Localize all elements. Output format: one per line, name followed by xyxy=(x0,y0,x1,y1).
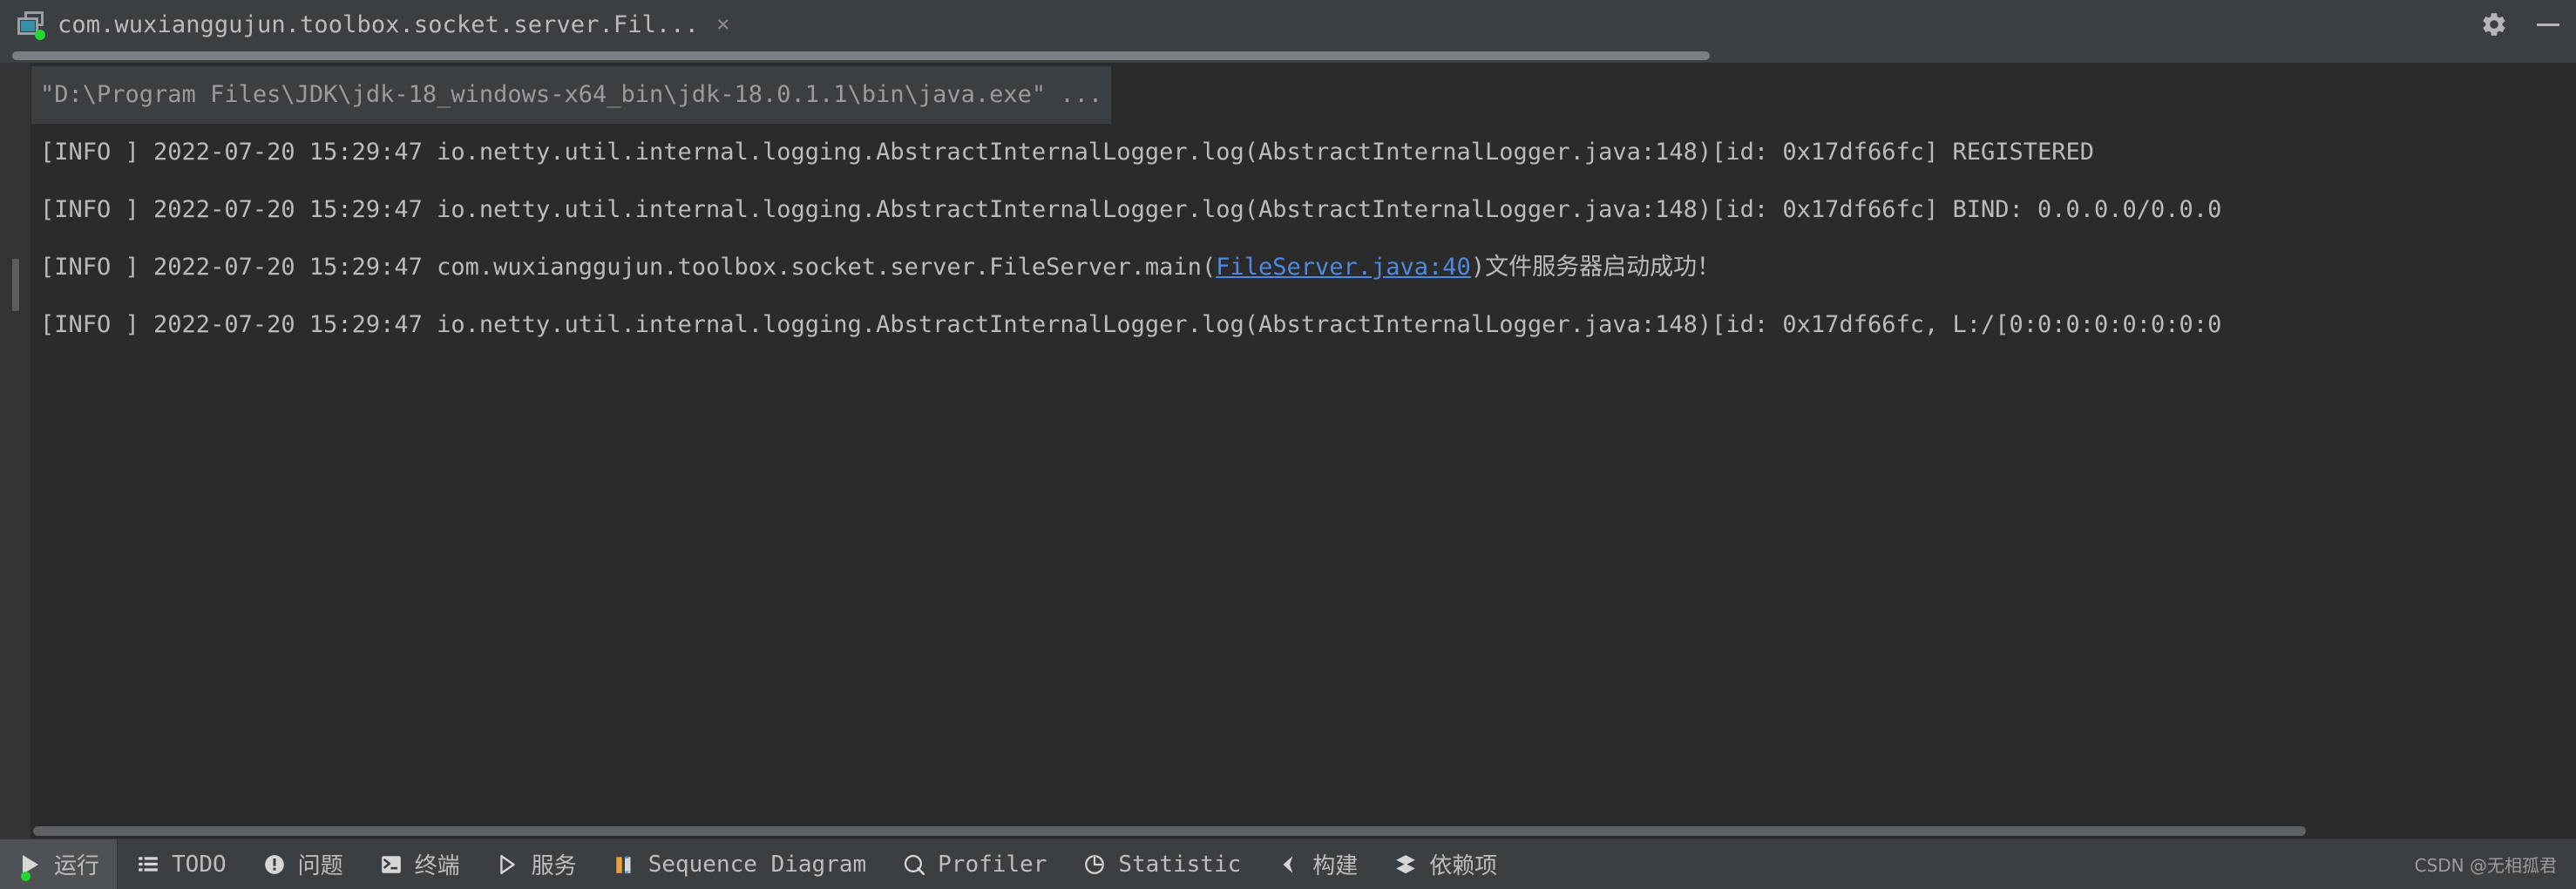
sidebar-item-label: Sequence Diagram xyxy=(647,851,867,878)
log-line-prefix: [INFO ] 2022-07-20 15:29:47 com.wuxiangg… xyxy=(40,254,1217,281)
tab-title: com.wuxianggujun.toolbox.socket.server.F… xyxy=(58,10,699,38)
sidebar-item-label: Profiler xyxy=(938,851,1047,878)
console-text[interactable]: "D:\Program Files\JDK\jdk-18_windows-x64… xyxy=(31,63,2576,838)
profiler-icon xyxy=(901,852,927,878)
log-line-suffix: )文件服务器启动成功！ xyxy=(1470,254,1721,281)
sidebar-item-dependencies[interactable]: 依赖项 xyxy=(1375,839,1515,889)
run-console-icon xyxy=(16,10,45,40)
log-line: [INFO ] 2022-07-20 15:29:47 io.netty.uti… xyxy=(40,311,2222,338)
sidebar-item-todo[interactable]: TODO xyxy=(118,839,244,889)
stacktrace-link[interactable]: FileServer.java:40 xyxy=(1216,254,1471,281)
sidebar-item-terminal[interactable]: 终端 xyxy=(361,839,478,889)
command-line[interactable]: "D:\Program Files\JDK\jdk-18_windows-x64… xyxy=(31,66,1112,124)
tab-run-fileserver[interactable]: com.wuxianggujun.toolbox.socket.server.F… xyxy=(0,0,748,49)
console-gutter xyxy=(0,63,31,838)
console-horizontal-scrollbar[interactable] xyxy=(31,823,2576,838)
sidebar-item-sequence-diagram[interactable]: Sequence Diagram xyxy=(594,839,884,889)
build-icon xyxy=(1276,852,1302,878)
scrollbar-thumb[interactable] xyxy=(12,51,1710,60)
terminal-icon xyxy=(378,852,404,878)
sidebar-item-label: 构建 xyxy=(1312,853,1359,879)
console-scrollbar-thumb[interactable] xyxy=(33,826,2306,836)
sidebar-item-problems[interactable]: 问题 xyxy=(244,839,361,889)
sidebar-item-label: 运行 xyxy=(54,853,100,879)
problems-icon xyxy=(261,852,288,878)
console-output-area: "D:\Program Files\JDK\jdk-18_windows-x64… xyxy=(0,63,2576,838)
sidebar-item-services[interactable]: 服务 xyxy=(478,839,594,889)
bottom-tool-window-bar: 运行 TODO 问题 终端 服务 Sequence Diagram Profil… xyxy=(0,838,2576,889)
run-icon xyxy=(17,852,44,881)
log-line-with-link: [INFO ] 2022-07-20 15:29:47 com.wuxiangg… xyxy=(31,239,2576,296)
sequence-diagram-icon xyxy=(612,852,638,878)
statistic-icon xyxy=(1081,852,1108,878)
dependencies-icon xyxy=(1393,852,1419,878)
tool-window-scrollbar[interactable] xyxy=(0,49,2576,63)
sidebar-item-build[interactable]: 构建 xyxy=(1258,839,1375,889)
sidebar-item-label: 依赖项 xyxy=(1429,853,1498,879)
todo-list-icon xyxy=(135,852,161,878)
command-line-row: "D:\Program Files\JDK\jdk-18_windows-x64… xyxy=(31,63,2576,124)
sidebar-item-label: Statistic xyxy=(1118,851,1242,878)
watermark: CSDN @无相孤君 xyxy=(2414,855,2557,876)
services-icon xyxy=(495,852,521,878)
minimize-icon[interactable] xyxy=(2532,9,2564,40)
sidebar-item-label: 终端 xyxy=(414,853,460,879)
sidebar-item-statistic[interactable]: Statistic xyxy=(1064,839,1258,889)
sidebar-item-profiler[interactable]: Profiler xyxy=(884,839,1064,889)
sidebar-item-label: 服务 xyxy=(531,853,577,879)
sidebar-item-label: TODO xyxy=(172,851,227,878)
gutter-marker xyxy=(12,259,19,311)
close-icon[interactable]: × xyxy=(711,13,736,36)
gear-icon[interactable] xyxy=(2478,9,2510,40)
tab-bar: com.wuxianggujun.toolbox.socket.server.F… xyxy=(0,0,2576,49)
log-line: [INFO ] 2022-07-20 15:29:47 io.netty.uti… xyxy=(40,196,2222,223)
log-line: [INFO ] 2022-07-20 15:29:47 io.netty.uti… xyxy=(40,139,2095,166)
sidebar-item-run[interactable]: 运行 xyxy=(0,838,119,889)
sidebar-item-label: 问题 xyxy=(297,853,343,879)
ide-run-tool-window: com.wuxianggujun.toolbox.socket.server.F… xyxy=(0,0,2576,889)
